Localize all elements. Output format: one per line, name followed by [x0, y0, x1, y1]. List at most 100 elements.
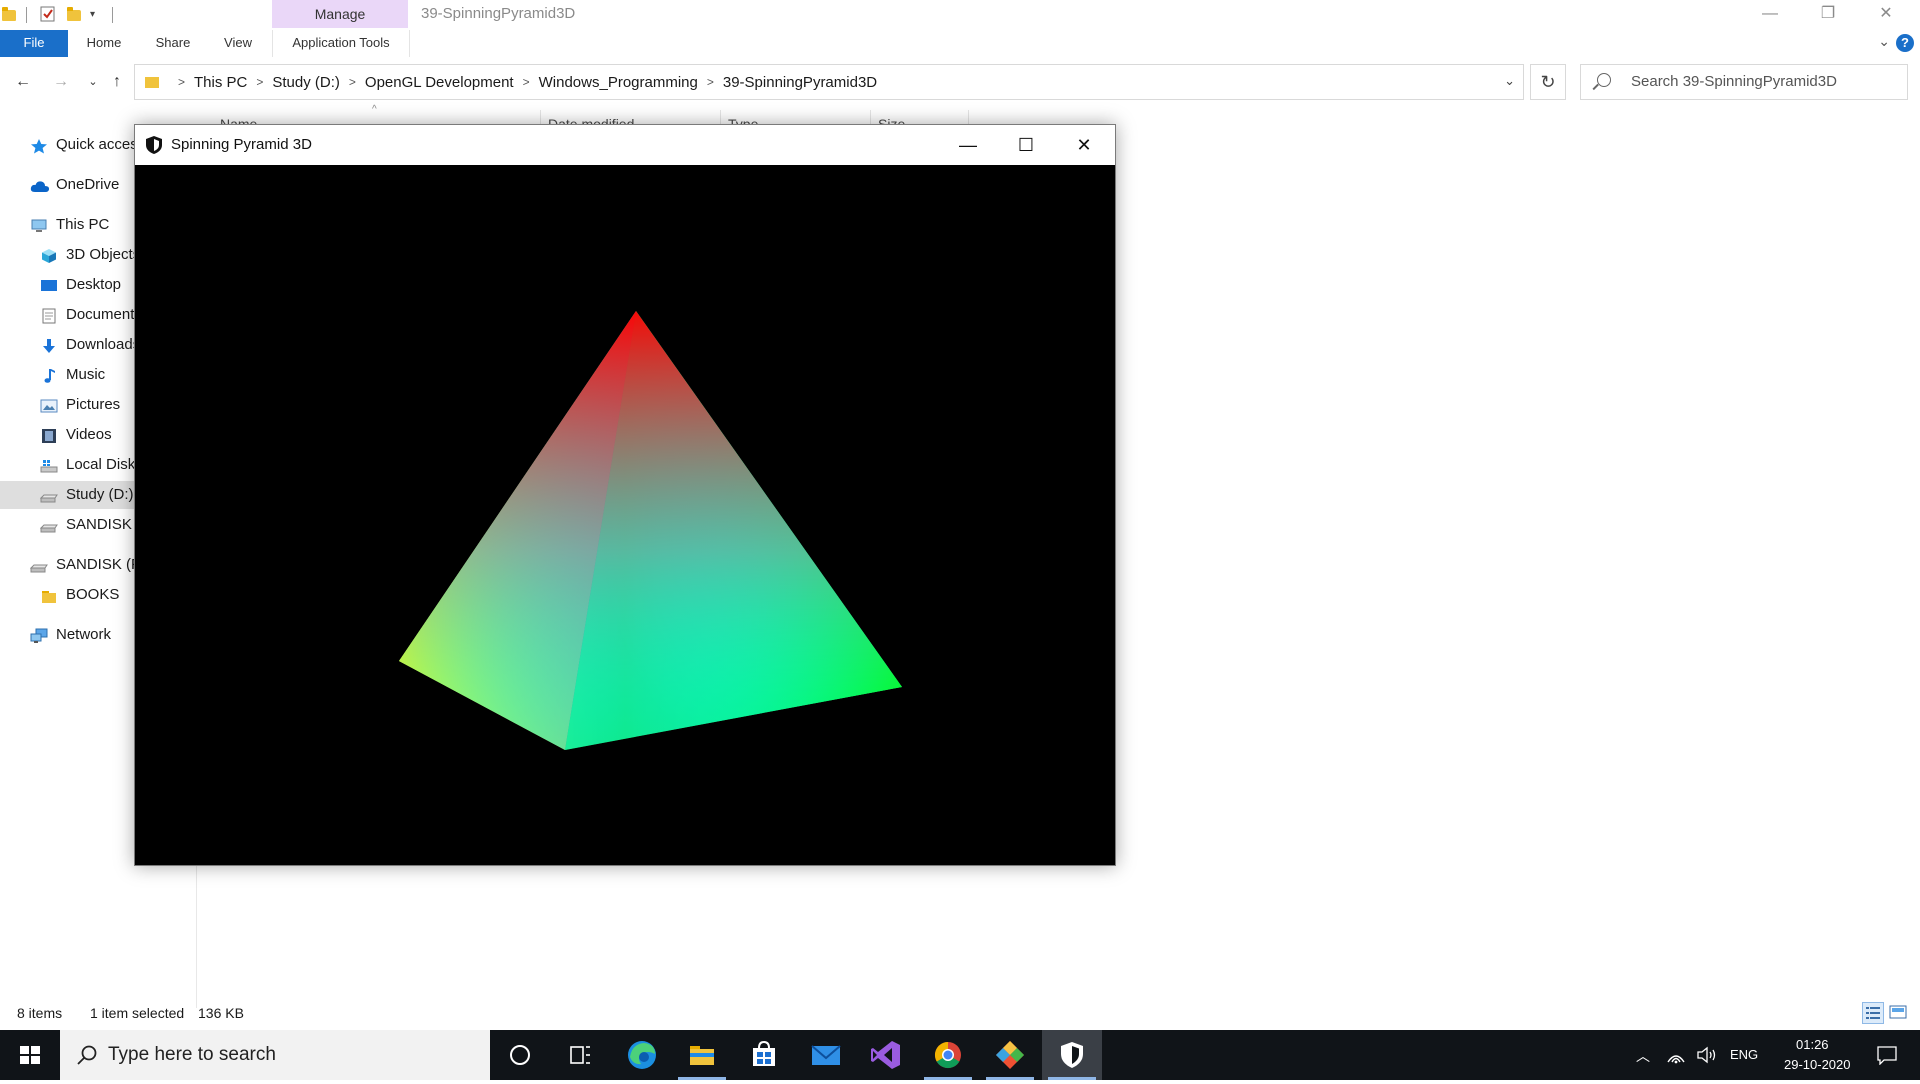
file-explorer-icon[interactable] [672, 1030, 732, 1080]
spinning-pyramid-window[interactable]: Spinning Pyramid 3D — ☐ ✕ [134, 124, 1116, 866]
network-icon [30, 626, 48, 644]
sidebar-item-label: Videos [66, 426, 112, 443]
window-title: 39-SpinningPyramid3D [421, 5, 576, 22]
sidebar-item-3d-objects[interactable]: 3D Objects [40, 241, 140, 269]
up-arrow-icon[interactable]: ↑ [106, 70, 128, 94]
ribbon-tabs: File Home Share View Application Tools ⌄… [0, 30, 1920, 57]
task-view-icon[interactable] [550, 1030, 610, 1080]
sidebar-item-label: BOOKS [66, 586, 120, 603]
large-icons-view-icon[interactable] [1888, 1002, 1910, 1024]
popup-maximize-button[interactable]: ☐ [997, 125, 1055, 165]
language-indicator[interactable]: ENG [1730, 1047, 1758, 1062]
visual-studio-icon[interactable] [856, 1030, 916, 1080]
tab-share[interactable]: Share [140, 30, 206, 57]
system-tray: ︿ ENG 01:26 29-10-2020 [1620, 1030, 1920, 1080]
sidebar-item-downloads[interactable]: Downloads [40, 331, 140, 359]
breadcrumb-study-d[interactable]: Study (D:) [272, 74, 340, 91]
minimize-button[interactable]: — [1742, 0, 1798, 28]
wifi-icon[interactable] [1666, 1046, 1686, 1064]
customize-toolbar-icon[interactable]: ▾ [90, 6, 100, 24]
taskbar-search-input[interactable]: Type here to search [60, 1030, 490, 1080]
sidebar-item-local-disk[interactable]: Local Disk [40, 451, 135, 479]
back-arrow-icon[interactable]: ← [12, 70, 34, 94]
new-folder-icon[interactable] [67, 6, 81, 24]
chevron-right-icon[interactable]: > [256, 75, 263, 89]
sidebar-item-label: Pictures [66, 396, 121, 413]
restore-button[interactable]: ❐ [1800, 0, 1856, 28]
sidebar-item-videos[interactable]: Videos [40, 421, 112, 449]
shield-app-icon[interactable] [1042, 1030, 1102, 1080]
clock-time[interactable]: 01:26 [1796, 1037, 1829, 1052]
sidebar-item-pictures[interactable]: Pictures [40, 391, 120, 419]
mail-icon[interactable] [796, 1030, 856, 1080]
popup-title-bar[interactable]: Spinning Pyramid 3D — ☐ ✕ [135, 125, 1115, 165]
sidebar-item-label: SANDISK (F: [56, 556, 145, 573]
notification-center-icon[interactable] [1876, 1045, 1898, 1065]
sidebar-item-books[interactable]: BOOKS [40, 581, 119, 609]
search-icon [1597, 73, 1611, 87]
git-icon[interactable] [980, 1030, 1040, 1080]
sidebar-item-network[interactable]: Network [30, 621, 111, 649]
sidebar-item-sandisk-f[interactable]: SANDISK (F: [29, 551, 145, 579]
breadcrumb-windows-programming[interactable]: Windows_Programming [539, 74, 698, 91]
drive-icon [39, 486, 58, 503]
computer-icon [30, 216, 48, 233]
volume-icon[interactable] [1696, 1046, 1718, 1064]
sidebar-item-label: OneDrive [56, 176, 120, 193]
sidebar-item-onedrive[interactable]: OneDrive [30, 171, 119, 199]
chevron-right-icon[interactable]: > [523, 75, 530, 89]
forward-arrow-icon[interactable]: → [50, 70, 72, 94]
refresh-button[interactable]: ↻ [1530, 64, 1566, 100]
sidebar-item-label: This PC [56, 216, 110, 233]
sidebar-item-quick-access[interactable]: Quick access [30, 131, 145, 159]
chevron-right-icon[interactable]: > [349, 75, 356, 89]
help-icon[interactable]: ? [1896, 34, 1914, 52]
details-view-icon[interactable] [1862, 1002, 1884, 1024]
address-bar[interactable]: > This PC > Study (D:) > OpenGL Developm… [134, 64, 1524, 100]
sidebar-item-music[interactable]: Music [40, 361, 105, 389]
tab-file[interactable]: File [0, 30, 68, 57]
chevron-down-icon[interactable]: ⌄ [1504, 73, 1515, 89]
clock-date[interactable]: 29-10-2020 [1784, 1057, 1851, 1072]
chevron-right-icon[interactable]: > [707, 75, 714, 89]
sidebar-item-study-d[interactable]: Study (D:) [0, 481, 134, 509]
breadcrumb-this-pc[interactable]: This PC [194, 74, 247, 91]
taskbar: Type here to search ︿ ENG 01:26 29-10-20… [0, 1030, 1920, 1080]
chevron-up-icon[interactable]: ︿ [1636, 1046, 1650, 1066]
breadcrumb-current-folder[interactable]: 39-SpinningPyramid3D [723, 74, 877, 91]
search-input[interactable]: Search 39-SpinningPyramid3D [1580, 64, 1908, 100]
sidebar-item-label: Downloads [66, 336, 141, 353]
sidebar-item-desktop[interactable]: Desktop [40, 271, 121, 299]
store-icon[interactable] [734, 1030, 794, 1080]
search-placeholder: Search 39-SpinningPyramid3D [1631, 73, 1837, 90]
tab-home[interactable]: Home [70, 30, 138, 57]
usb-drive-icon [39, 516, 58, 533]
picture-icon [40, 396, 58, 413]
document-icon [40, 306, 58, 324]
sidebar-item-label: Network [56, 626, 112, 643]
tab-view[interactable]: View [208, 30, 268, 57]
chrome-icon[interactable] [918, 1030, 978, 1080]
start-button[interactable] [0, 1030, 60, 1080]
download-icon [40, 336, 58, 354]
sidebar-item-label: Desktop [66, 276, 122, 293]
cortana-icon[interactable] [490, 1030, 550, 1080]
sidebar-item-label: Music [66, 366, 106, 383]
sidebar-item-documents[interactable]: Documents [40, 301, 142, 329]
recent-locations-icon[interactable]: ⌄ [82, 70, 104, 94]
expand-ribbon-icon[interactable]: ⌄ [1878, 33, 1890, 50]
close-button[interactable]: ✕ [1858, 0, 1914, 28]
folder-icon[interactable] [2, 6, 16, 24]
video-icon [40, 426, 58, 444]
properties-icon[interactable] [40, 6, 56, 24]
edge-icon[interactable] [612, 1030, 672, 1080]
tab-application-tools[interactable]: Application Tools [272, 30, 410, 57]
cube-icon [40, 246, 58, 264]
taskbar-search-placeholder: Type here to search [108, 1044, 276, 1065]
sidebar-item-sandisk[interactable]: SANDISK ( [39, 511, 141, 539]
sidebar-item-this-pc[interactable]: This PC [30, 211, 109, 239]
popup-minimize-button[interactable]: — [939, 125, 997, 165]
manage-tab-group[interactable]: Manage [272, 0, 408, 28]
popup-close-button[interactable]: ✕ [1055, 125, 1113, 165]
breadcrumb-opengl-development[interactable]: OpenGL Development [365, 74, 514, 91]
